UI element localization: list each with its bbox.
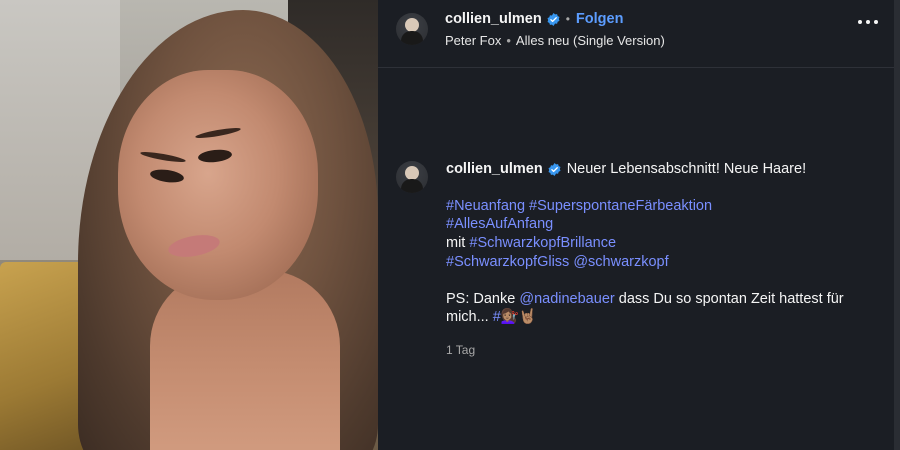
- static-text: mit: [446, 235, 466, 252]
- verified-badge-icon: [548, 162, 561, 176]
- hashtag-link[interactable]: #SuperspontaneFärbeaktion: [529, 198, 712, 214]
- post-side-panel: collien_ulmen • Folgen Peter Fox • Alles n…: [378, 0, 900, 450]
- timestamp[interactable]: 1 Tag: [446, 341, 866, 360]
- hashtag-link[interactable]: #: [493, 309, 501, 325]
- audio-title[interactable]: Alles neu (Single Version): [516, 33, 665, 48]
- audio-info[interactable]: Peter Fox • Alles neu (Single Version): [445, 33, 665, 48]
- comment-body: collien_ulmen Neuer Lebensabschnitt! Neu…: [446, 160, 866, 360]
- photo-face: [118, 70, 318, 300]
- mention-link[interactable]: @nadinebauer: [519, 291, 614, 307]
- dot: [858, 20, 862, 24]
- author-username[interactable]: collien_ulmen: [445, 11, 542, 27]
- separator-dot: •: [565, 12, 570, 26]
- more-options-icon[interactable]: [858, 20, 878, 24]
- static-text: PS: Danke: [446, 290, 516, 307]
- caption-text: Neuer Lebensabschnitt! Neue Haare!: [566, 161, 807, 177]
- hashtag-link[interactable]: #AllesAufAnfang: [446, 216, 553, 232]
- comment-author-avatar[interactable]: [396, 161, 428, 193]
- hashtag-link[interactable]: #SchwarzkopfGliss: [446, 254, 569, 270]
- verified-badge-icon: [547, 12, 560, 26]
- follow-button[interactable]: Folgen: [576, 11, 624, 27]
- comment-head: collien_ulmen Neuer Lebensabschnitt! Neu…: [446, 160, 866, 179]
- hashtag-line: #SchwarzkopfGliss @schwarzkopf: [446, 253, 866, 272]
- separator-dot: •: [506, 33, 511, 48]
- hashtag-block: #Neuanfang #SuperspontaneFärbeaktion #Al…: [446, 197, 866, 272]
- comment-username[interactable]: collien_ulmen: [446, 160, 543, 179]
- photo-neck: [150, 270, 340, 450]
- scrollbar[interactable]: [894, 0, 900, 450]
- hashtag-link[interactable]: #SchwarzkopfBrillance: [469, 235, 616, 251]
- hashtag-line: #Neuanfang #SuperspontaneFärbeaktion: [446, 197, 866, 216]
- author-avatar[interactable]: [396, 13, 428, 45]
- post-header: collien_ulmen • Folgen Peter Fox • Alles n…: [378, 0, 900, 68]
- emoji-text: 💇🏽‍♀️🤘🏽: [500, 309, 537, 326]
- ps-block: PS: Danke @nadinebauer dass Du so sponta…: [446, 290, 866, 327]
- instagram-post: collien_ulmen • Folgen Peter Fox • Alles n…: [0, 0, 900, 450]
- hashtag-line: mit #SchwarzkopfBrillance: [446, 234, 866, 253]
- header-author-line: collien_ulmen • Folgen: [445, 11, 623, 27]
- dot: [874, 20, 878, 24]
- dot: [866, 20, 870, 24]
- audio-artist[interactable]: Peter Fox: [445, 33, 501, 48]
- hashtag-line: #AllesAufAnfang: [446, 215, 866, 234]
- post-photo[interactable]: [0, 0, 378, 450]
- mention-link[interactable]: @schwarzkopf: [573, 254, 668, 270]
- hashtag-link[interactable]: #Neuanfang: [446, 198, 525, 214]
